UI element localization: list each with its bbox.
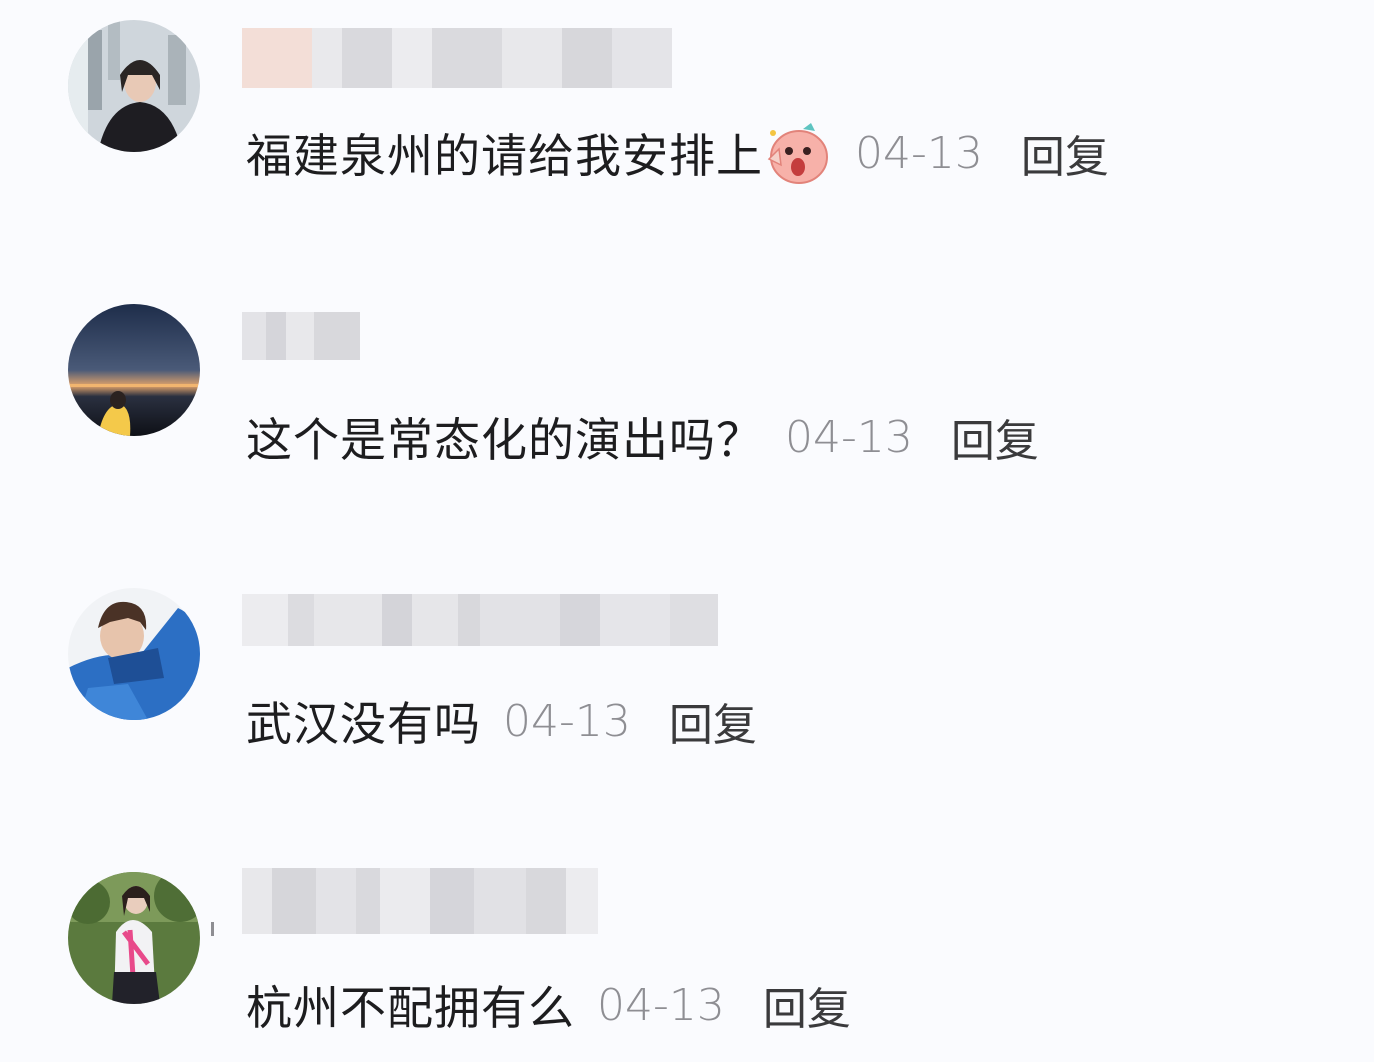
reply-button[interactable]: 回复 (669, 689, 757, 753)
comment-item: 福建泉州的请给我安排上 04-13 回复 (0, 20, 1374, 304)
username-blurred[interactable] (242, 312, 360, 360)
user-avatar[interactable] (68, 588, 200, 720)
comment-item: 武汉没有吗 04-13 回复 (0, 588, 1374, 872)
shocked-face-emoji-icon (765, 119, 833, 187)
comment-line: 武汉没有吗 04-13 回复 (246, 686, 757, 756)
comment-date: 04-13 (785, 411, 913, 463)
username-blurred[interactable] (242, 594, 718, 646)
user-avatar[interactable] (68, 20, 200, 152)
comment-line: 福建泉州的请给我安排上 04-13 回复 (246, 118, 1109, 188)
user-avatar[interactable] (68, 304, 200, 436)
reply-button[interactable]: 回复 (1021, 121, 1109, 185)
comment-date: 04-13 (503, 695, 631, 747)
comment-date: 04-13 (597, 979, 725, 1031)
reply-button[interactable]: 回复 (951, 405, 1039, 469)
user-avatar[interactable] (68, 872, 200, 1004)
reply-button[interactable]: 回复 (763, 973, 851, 1037)
username-blurred[interactable] (242, 868, 598, 934)
username-blurred[interactable] (242, 28, 672, 88)
comment-line: 杭州不配拥有么 04-13 回复 (246, 970, 851, 1040)
comment-text: 武汉没有吗 (246, 697, 481, 751)
comment-text: 这个是常态化的演出吗？ (246, 413, 763, 467)
comment-item: 杭州不配拥有么 04-13 回复 (0, 868, 1374, 1062)
comment-line: 这个是常态化的演出吗？ 04-13 回复 (246, 402, 1039, 472)
comment-item: 这个是常态化的演出吗？ 04-13 回复 (0, 304, 1374, 588)
comment-date: 04-13 (855, 127, 983, 179)
divider-mark (211, 922, 214, 936)
comment-text: 杭州不配拥有么 (246, 981, 575, 1035)
comment-text: 福建泉州的请给我安排上 (246, 129, 763, 183)
